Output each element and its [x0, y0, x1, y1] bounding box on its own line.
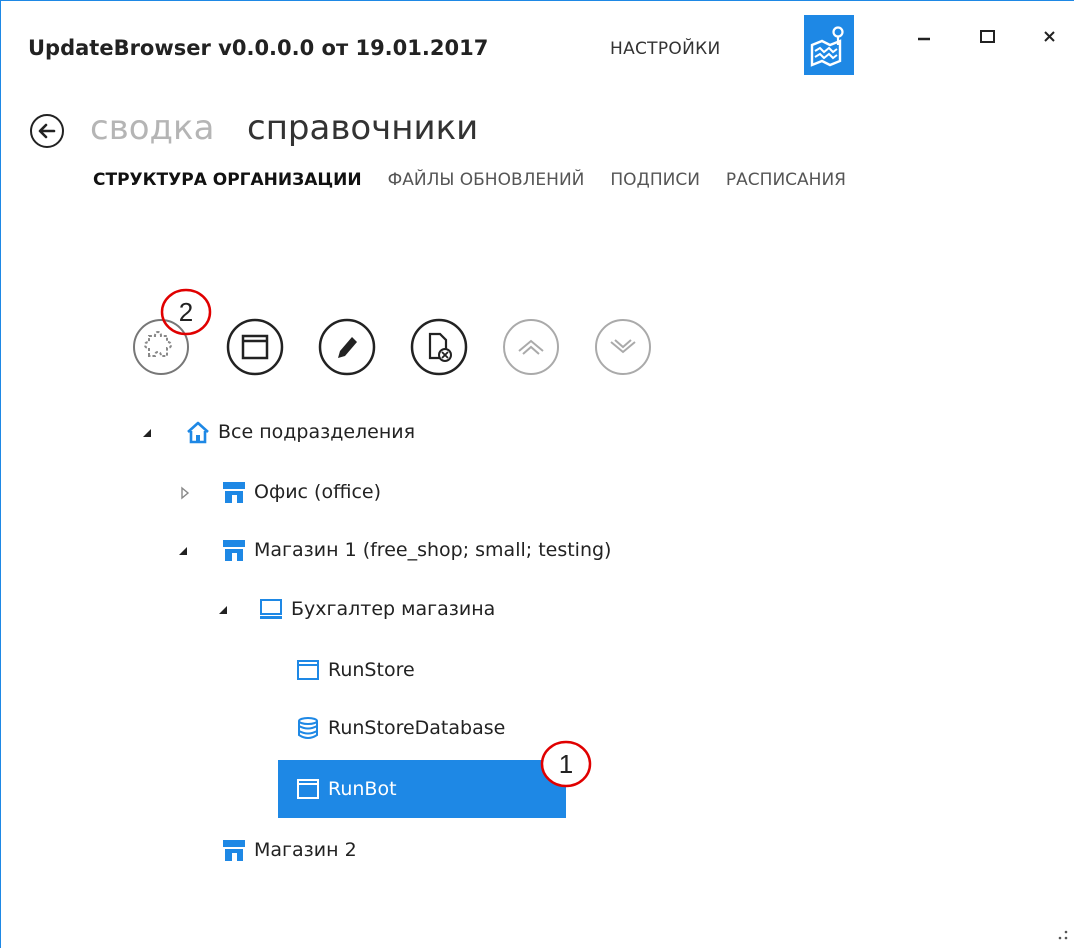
resize-grip-icon[interactable] — [1052, 926, 1072, 946]
home-icon — [187, 421, 209, 444]
move-down-icon — [595, 319, 651, 375]
tab-update-files[interactable]: ФАЙЛЫ ОБНОВЛЕНИЙ — [388, 170, 585, 190]
tree-node-label: RunStore — [328, 659, 415, 681]
tree-node-label: Магазин 2 — [254, 839, 357, 861]
tree-node-shop1[interactable]: Магазин 1 (free_shop; small; testing) — [222, 530, 611, 570]
store-icon — [223, 482, 245, 503]
tree-node-root[interactable]: Все подразделения — [186, 412, 415, 452]
application-window-icon — [297, 660, 319, 680]
arrow-left-icon — [38, 123, 56, 139]
move-up-icon — [503, 319, 559, 375]
tree-node-label: Все подразделения — [218, 421, 416, 443]
pencil-icon — [318, 318, 376, 376]
tab-bar: СТРУКТУРА ОРГАНИЗАЦИИ ФАЙЛЫ ОБНОВЛЕНИЙ П… — [93, 170, 846, 190]
back-button[interactable] — [30, 114, 64, 148]
collapsed-arrow-icon[interactable] — [178, 486, 192, 500]
tree-node-office[interactable]: Офис (office) — [222, 472, 381, 512]
move-up-button[interactable] — [502, 318, 560, 376]
store-icon — [223, 840, 245, 861]
tree-node-runstore-database[interactable]: RunStoreDatabase — [296, 708, 505, 748]
map-button[interactable] — [804, 15, 854, 75]
store-icon — [223, 540, 245, 561]
map-icon — [810, 26, 844, 67]
minimize-icon — [918, 37, 930, 41]
annotation-number: 2 — [178, 296, 194, 327]
tree-node-label: RunBot — [328, 778, 397, 800]
window-title: UpdateBrowser v0.0.0.0 от 19.01.2017 — [28, 36, 489, 60]
page-title: справочники — [247, 108, 479, 148]
annotation-2: 2 — [158, 286, 214, 338]
close-icon — [1044, 31, 1055, 42]
expanded-arrow-icon[interactable] — [216, 603, 230, 617]
window-button[interactable] — [226, 318, 284, 376]
edit-button[interactable] — [318, 318, 376, 376]
tree-node-label: Бухгалтер магазина — [291, 598, 496, 620]
tree-node-label: Магазин 1 (free_shop; small; testing) — [254, 539, 612, 561]
tree-node-runbot-selected[interactable]: RunBot — [278, 760, 566, 818]
maximize-icon — [980, 30, 995, 43]
application-window-icon — [297, 779, 319, 799]
tree-node-runstore[interactable]: RunStore — [296, 650, 415, 690]
tree-node-label: Офис (office) — [254, 481, 381, 503]
annotation-number: 1 — [558, 748, 574, 779]
move-down-button[interactable] — [594, 318, 652, 376]
delete-button[interactable] — [410, 318, 468, 376]
computer-icon — [260, 599, 282, 619]
tab-schedules[interactable]: РАСПИСАНИЯ — [726, 170, 846, 190]
tab-signatures[interactable]: ПОДПИСИ — [610, 170, 700, 190]
expanded-arrow-icon[interactable] — [140, 426, 154, 440]
window-icon — [226, 318, 284, 376]
breadcrumb-previous[interactable]: сводка — [90, 108, 214, 148]
tree-node-accountant[interactable]: Бухгалтер магазина — [259, 589, 495, 629]
minimize-button[interactable] — [904, 22, 944, 52]
database-icon — [298, 717, 318, 739]
close-button[interactable] — [1030, 22, 1070, 52]
expanded-arrow-icon[interactable] — [176, 544, 190, 558]
tree-node-label: RunStoreDatabase — [328, 717, 506, 739]
settings-link[interactable]: НАСТРОЙКИ — [610, 39, 721, 59]
annotation-1: 1 — [538, 738, 594, 790]
tab-org-structure[interactable]: СТРУКТУРА ОРГАНИЗАЦИИ — [93, 170, 362, 190]
maximize-button[interactable] — [968, 22, 1008, 52]
tree-node-shop2[interactable]: Магазин 2 — [222, 830, 357, 870]
delete-file-icon — [410, 318, 468, 376]
